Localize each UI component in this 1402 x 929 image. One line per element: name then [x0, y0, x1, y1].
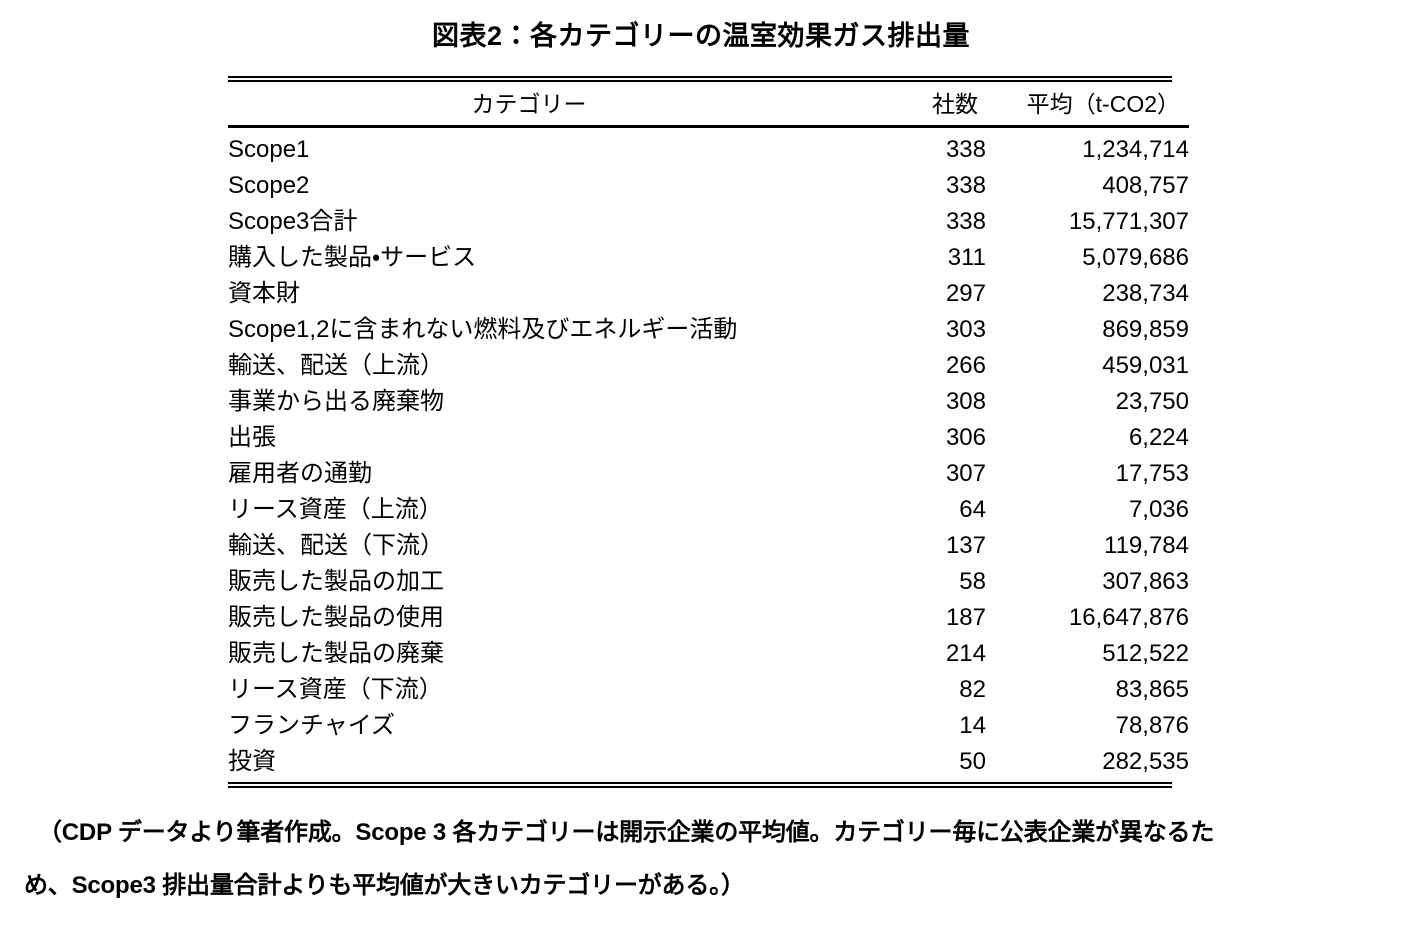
cell-average: 282,535	[1102, 748, 1189, 775]
cell-category: 販売した製品の加工	[228, 568, 444, 595]
cell-category: フランチャイズ	[228, 712, 396, 739]
cell-category: 輸送、配送（上流）	[228, 352, 444, 379]
table-row: 販売した製品の使用 187 16,647,876	[228, 600, 1189, 636]
table-header: カテゴリー 社数 平均（t-CO2）	[228, 82, 1189, 128]
cell-average: 5,079,686	[1082, 244, 1189, 271]
cell-average: 307,863	[1102, 568, 1189, 595]
table-row: 資本財 297 238,734	[228, 276, 1189, 312]
cell-count: 58	[959, 568, 986, 595]
cell-count: 214	[945, 640, 986, 667]
cell-count: 187	[945, 604, 986, 631]
cell-average: 1,234,714	[1082, 136, 1189, 163]
table-row: Scope1 338 1,234,714	[228, 127, 1189, 169]
cell-count: 338	[945, 136, 986, 163]
cell-category: 販売した製品の廃棄	[228, 640, 444, 667]
column-header-category: カテゴリー	[228, 82, 830, 128]
cell-count: 338	[945, 172, 986, 199]
figure-title: 図表2：各カテゴリーの温室効果ガス排出量	[431, 21, 970, 51]
cell-count: 311	[947, 244, 986, 271]
cell-category: 雇用者の通勤	[228, 460, 372, 487]
cell-average: 238,734	[1102, 280, 1189, 307]
cell-count: 64	[959, 496, 986, 523]
table-row: リース資産（上流） 64 7,036	[228, 492, 1189, 528]
cell-average: 512,522	[1102, 640, 1189, 667]
cell-category: 事業から出る廃棄物	[228, 388, 444, 415]
cell-average: 6,224	[1128, 424, 1189, 451]
table-row: フランチャイズ 14 78,876	[228, 708, 1189, 744]
table-row: 購入した製品・サービス 311 5,079,686	[228, 240, 1189, 276]
cell-category: リース資産（上流）	[228, 496, 443, 523]
table-row: 販売した製品の加工 58 307,863	[228, 564, 1189, 600]
table-row: リース資産（下流） 82 83,865	[228, 672, 1189, 708]
cell-category: 輸送、配送（下流）	[228, 532, 444, 559]
cell-category: Scope2	[228, 172, 310, 199]
column-header-average: 平均（t-CO2）	[986, 82, 1189, 128]
cell-average: 23,750	[1115, 388, 1189, 415]
cell-count: 137	[945, 532, 986, 559]
column-header-count: 社数	[830, 82, 986, 128]
cell-category: Scope1	[228, 136, 310, 163]
cell-category: 販売した製品の使用	[228, 604, 444, 631]
cell-count: 297	[945, 280, 986, 307]
table-row: 輸送、配送（上流） 266 459,031	[228, 348, 1189, 384]
footnote-line-1: （CDP データより筆者作成。Scope 3 各カテゴリーは開示企業の平均値。カ…	[38, 819, 1215, 846]
cell-average: 15,771,307	[1068, 208, 1189, 235]
cell-count: 338	[945, 208, 986, 235]
footnote-line-2: め、Scope3 排出量合計よりも平均値が大きいカテゴリーがある。）	[24, 872, 745, 899]
cell-category: 資本財	[228, 280, 300, 307]
cell-average: 408,757	[1102, 172, 1189, 199]
cell-category: Scope3合計	[228, 208, 358, 235]
table-bottom-double-rule	[228, 782, 1172, 788]
table-row: 輸送、配送（下流） 137 119,784	[228, 528, 1189, 564]
cell-average: 459,031	[1102, 352, 1189, 379]
cell-average: 78,876	[1115, 712, 1189, 739]
table-row: 雇用者の通勤 307 17,753	[228, 456, 1189, 492]
table-row: Scope2 338 408,757	[228, 168, 1189, 204]
cell-average: 83,865	[1115, 676, 1189, 703]
table-header-row: カテゴリー 社数 平均（t-CO2）	[228, 82, 1189, 128]
cell-category: リース資産（下流）	[228, 676, 443, 703]
cell-count: 303	[945, 316, 986, 343]
cell-count: 50	[959, 748, 986, 775]
cell-average: 17,753	[1115, 460, 1189, 487]
cell-average: 16,647,876	[1068, 604, 1189, 631]
cell-average: 869,859	[1102, 316, 1189, 343]
cell-category: 購入した製品・サービス	[228, 244, 477, 271]
cell-count: 266	[945, 352, 986, 379]
cell-average: 119,784	[1104, 532, 1189, 559]
table-row: Scope1,2に含まれない燃料及びエネルギー活動 303 869,859	[228, 312, 1189, 348]
table-row: 事業から出る廃棄物 308 23,750	[228, 384, 1189, 420]
cell-count: 308	[945, 388, 986, 415]
cell-count: 307	[945, 460, 986, 487]
cell-average: 7,036	[1128, 496, 1189, 523]
cell-category: 投資	[228, 748, 276, 775]
table-row: 投資 50 282,535	[228, 744, 1189, 782]
table-body: Scope1 338 1,234,714 Scope2 338 408,757 Scope3…	[228, 127, 1189, 783]
cell-count: 306	[945, 424, 986, 451]
cell-category: Scope1,2に含まれない燃料及びエネルギー活動	[228, 316, 738, 343]
emissions-table: カテゴリー 社数 平均（t-CO2） Scope1 338 1,234,714 Sco…	[228, 82, 1189, 782]
cell-category: 出張	[228, 424, 276, 451]
table-row: 販売した製品の廃棄 214 512,522	[228, 636, 1189, 672]
cell-count: 14	[959, 712, 986, 739]
emissions-table-container: カテゴリー 社数 平均（t-CO2） Scope1 338 1,234,714 Sco…	[228, 76, 1189, 788]
figure-footnote: （CDP データより筆者作成。Scope 3 各カテゴリーは開示企業の平均値。カ…	[24, 806, 1384, 912]
table-row: 出張 306 6,224	[228, 420, 1189, 456]
cell-count: 82	[959, 676, 986, 703]
table-row: Scope3合計 338 15,771,307	[228, 204, 1189, 240]
